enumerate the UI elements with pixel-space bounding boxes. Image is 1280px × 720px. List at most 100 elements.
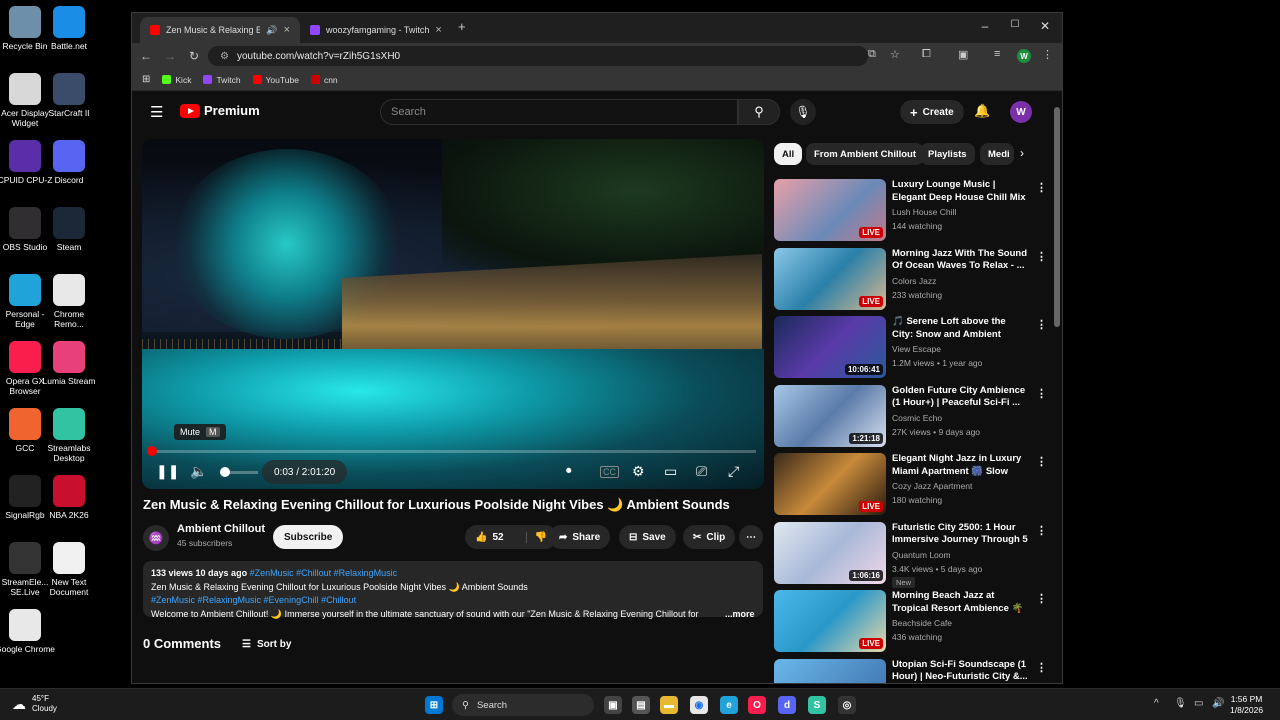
video-thumbnail[interactable]: LIVE bbox=[774, 590, 886, 652]
progress-scrubber[interactable] bbox=[147, 446, 157, 456]
weather-widget[interactable]: ☁ 45°F Cloudy bbox=[12, 694, 57, 714]
settings-gear-icon[interactable]: ⚙ bbox=[632, 463, 645, 480]
search-input[interactable]: Search bbox=[380, 99, 738, 125]
reload-icon[interactable]: ↻ bbox=[182, 49, 206, 63]
recommendation-title[interactable]: Futuristic City 2500: 1 Hour Immersive J… bbox=[892, 522, 1028, 547]
more-options-icon[interactable]: ⋮ bbox=[1036, 455, 1047, 468]
discord-taskbar-icon[interactable]: d bbox=[778, 696, 796, 714]
recommendation-item[interactable]: LIVE Luxury Lounge Music | Elegant Deep H… bbox=[774, 179, 1047, 241]
forward-icon[interactable]: → bbox=[158, 49, 182, 63]
close-tab-icon[interactable]: × bbox=[435, 24, 441, 36]
profile-avatar[interactable]: W bbox=[1017, 49, 1031, 63]
subscribe-button[interactable]: Subscribe bbox=[273, 525, 344, 549]
video-player[interactable]: Mute M ❚❚ 🔈 0:03 / 2:01:20 ⏺ CC ⚙ ▭ ⎚ ⤢ bbox=[142, 139, 764, 489]
share-button[interactable]: ➦ Share bbox=[549, 525, 611, 549]
miniplayer-icon[interactable]: ▭ bbox=[664, 463, 677, 480]
more-options-icon[interactable]: ⋮ bbox=[1036, 318, 1047, 331]
sidebar-icon[interactable]: ▣ bbox=[958, 48, 968, 61]
video-thumbnail[interactable] bbox=[774, 658, 886, 683]
desktop-icon[interactable]: Discord bbox=[39, 140, 99, 185]
recommendation-title[interactable]: Utopian Sci-Fi Soundscape (1 Hour) | Neo… bbox=[892, 659, 1028, 684]
system-clock[interactable]: 1:56 PM 1/8/2026 bbox=[1230, 694, 1263, 716]
maximize-icon[interactable]: ☐ bbox=[1000, 19, 1030, 30]
video-thumbnail[interactable]: 1:21:18 bbox=[774, 384, 886, 447]
search-button[interactable]: ⚲ bbox=[738, 99, 780, 125]
recommendation-title[interactable]: Morning Beach Jazz at Tropical Resort Am… bbox=[892, 590, 1028, 615]
extensions-icon[interactable]: ⧠ bbox=[922, 48, 931, 61]
chip-playlists[interactable]: Playlists bbox=[920, 143, 975, 165]
page-scrollbar[interactable] bbox=[1054, 97, 1060, 681]
desktop-icon[interactable]: New Text Document bbox=[39, 542, 99, 597]
recommendation-item[interactable]: 10:06:41 🎵 Serene Loft above the City: Sn… bbox=[774, 316, 1047, 378]
more-options-icon[interactable]: ⋮ bbox=[1036, 181, 1047, 194]
back-icon[interactable]: ← bbox=[134, 49, 158, 63]
more-options-icon[interactable]: ⋮ bbox=[1036, 250, 1047, 263]
volume-tray-icon[interactable]: 🔊 bbox=[1212, 698, 1224, 709]
bookmark-cnn[interactable]: cnn bbox=[310, 75, 338, 85]
more-options-icon[interactable]: ⋮ bbox=[1036, 524, 1047, 537]
channel-name[interactable]: Ambient Chillout bbox=[177, 523, 265, 535]
bookmark-youtube[interactable]: YouTube bbox=[252, 75, 299, 85]
recommendation-title[interactable]: Luxury Lounge Music | Elegant Deep House… bbox=[892, 179, 1028, 204]
microphone-tray-icon[interactable]: 🎙 bbox=[1174, 698, 1187, 709]
app-taskbar-icon[interactable]: ◎ bbox=[838, 696, 856, 714]
tab-twitch[interactable]: woozyfamgaming - Twitch × bbox=[300, 17, 450, 43]
volume-slider[interactable] bbox=[220, 465, 258, 479]
recommendation-title[interactable]: Elegant Night Jazz in Luxury Miami Apart… bbox=[892, 453, 1028, 478]
desktop-icon[interactable]: StarCraft II bbox=[39, 73, 99, 118]
chevron-right-icon[interactable]: › bbox=[1020, 146, 1024, 160]
description-box[interactable]: 133 views 10 days ago #ZenMusic #Chillou… bbox=[143, 561, 763, 619]
cast-icon[interactable]: ⎚ bbox=[696, 463, 707, 480]
desktop-icon[interactable]: Battle.net bbox=[39, 6, 99, 51]
apps-grid-icon[interactable]: ⊞ bbox=[142, 74, 150, 85]
desktop-icon[interactable]: Lumia Stream bbox=[39, 341, 99, 386]
streamlabs-taskbar-icon[interactable]: S bbox=[808, 696, 826, 714]
desktop-icon[interactable]: NBA 2K26 bbox=[39, 475, 99, 520]
chip-media[interactable]: Medi bbox=[980, 143, 1014, 165]
video-thumbnail[interactable]: 10:06:41 bbox=[774, 316, 886, 378]
bookmark-kick[interactable]: Kick bbox=[162, 75, 191, 85]
volume-knob[interactable] bbox=[220, 467, 230, 477]
like-icon[interactable]: 👍 bbox=[475, 532, 487, 543]
scrollbar-thumb[interactable] bbox=[1054, 107, 1060, 327]
browser-menu-icon[interactable]: ⋮ bbox=[1042, 48, 1053, 61]
more-link[interactable]: ...more bbox=[725, 608, 755, 622]
close-tab-icon[interactable]: × bbox=[284, 24, 290, 36]
progress-bar[interactable] bbox=[147, 446, 756, 456]
clip-button[interactable]: ✂ Clip bbox=[683, 525, 736, 549]
video-thumbnail[interactable]: LIVE bbox=[774, 453, 886, 515]
fullscreen-icon[interactable]: ⤢ bbox=[728, 463, 739, 480]
task-view-icon[interactable]: ▣ bbox=[604, 696, 622, 714]
tab-youtube[interactable]: Zen Music & Relaxing Even 🔊 × bbox=[140, 17, 300, 43]
chip-from-channel[interactable]: From Ambient Chillout bbox=[806, 143, 925, 165]
media-control-icon[interactable]: ≡ bbox=[994, 48, 1000, 60]
windows-start-icon[interactable]: ⊞ bbox=[425, 696, 443, 714]
chrome-taskbar-icon[interactable]: ◉ bbox=[690, 696, 708, 714]
description-tags[interactable]: #ZenMusic #Chillout #RelaxingMusic bbox=[250, 568, 398, 578]
pause-icon[interactable]: ❚❚ bbox=[156, 463, 179, 480]
save-button[interactable]: ⊟ Save bbox=[619, 525, 676, 549]
hamburger-menu-icon[interactable]: ☰ bbox=[150, 103, 163, 121]
opera-gx-taskbar-icon[interactable]: O bbox=[748, 696, 766, 714]
bookmark-star-icon[interactable]: ☆ bbox=[890, 48, 900, 61]
widgets-icon[interactable]: ▤ bbox=[632, 696, 650, 714]
new-tab-button[interactable]: + bbox=[458, 19, 466, 34]
recommendation-item[interactable]: 1:21:18 Golden Future City Ambience (1 Ho… bbox=[774, 384, 1047, 447]
site-info-icon[interactable]: ⚙ bbox=[220, 51, 229, 62]
captions-icon[interactable]: CC bbox=[600, 466, 619, 478]
minimize-icon[interactable]: – bbox=[970, 19, 1000, 33]
recommendation-title[interactable]: Golden Future City Ambience (1 Hour+) | … bbox=[892, 385, 1028, 410]
recommendation-item[interactable]: LIVE Elegant Night Jazz in Luxury Miami A… bbox=[774, 453, 1047, 515]
tray-overflow-icon[interactable]: ^ bbox=[1154, 698, 1159, 709]
recommendation-item[interactable]: LIVE Morning Jazz With The Sound Of Ocean… bbox=[774, 247, 1047, 310]
dislike-icon[interactable]: 👎 bbox=[525, 531, 547, 543]
more-actions-icon[interactable]: ⋯ bbox=[739, 525, 763, 549]
video-thumbnail[interactable]: 1:06:16 bbox=[774, 521, 886, 584]
edge-taskbar-icon[interactable]: e bbox=[720, 696, 738, 714]
notifications-bell-icon[interactable]: 🔔 bbox=[974, 103, 990, 119]
recommendation-item[interactable]: 1:06:16 Futuristic City 2500: 1 Hour Imme… bbox=[774, 521, 1047, 588]
volume-icon[interactable]: 🔈 bbox=[190, 463, 207, 480]
desktop-icon[interactable]: Streamlabs Desktop bbox=[39, 408, 99, 463]
bookmark-twitch[interactable]: Twitch bbox=[203, 75, 241, 85]
voice-search-button[interactable]: 🎙 bbox=[790, 99, 816, 125]
